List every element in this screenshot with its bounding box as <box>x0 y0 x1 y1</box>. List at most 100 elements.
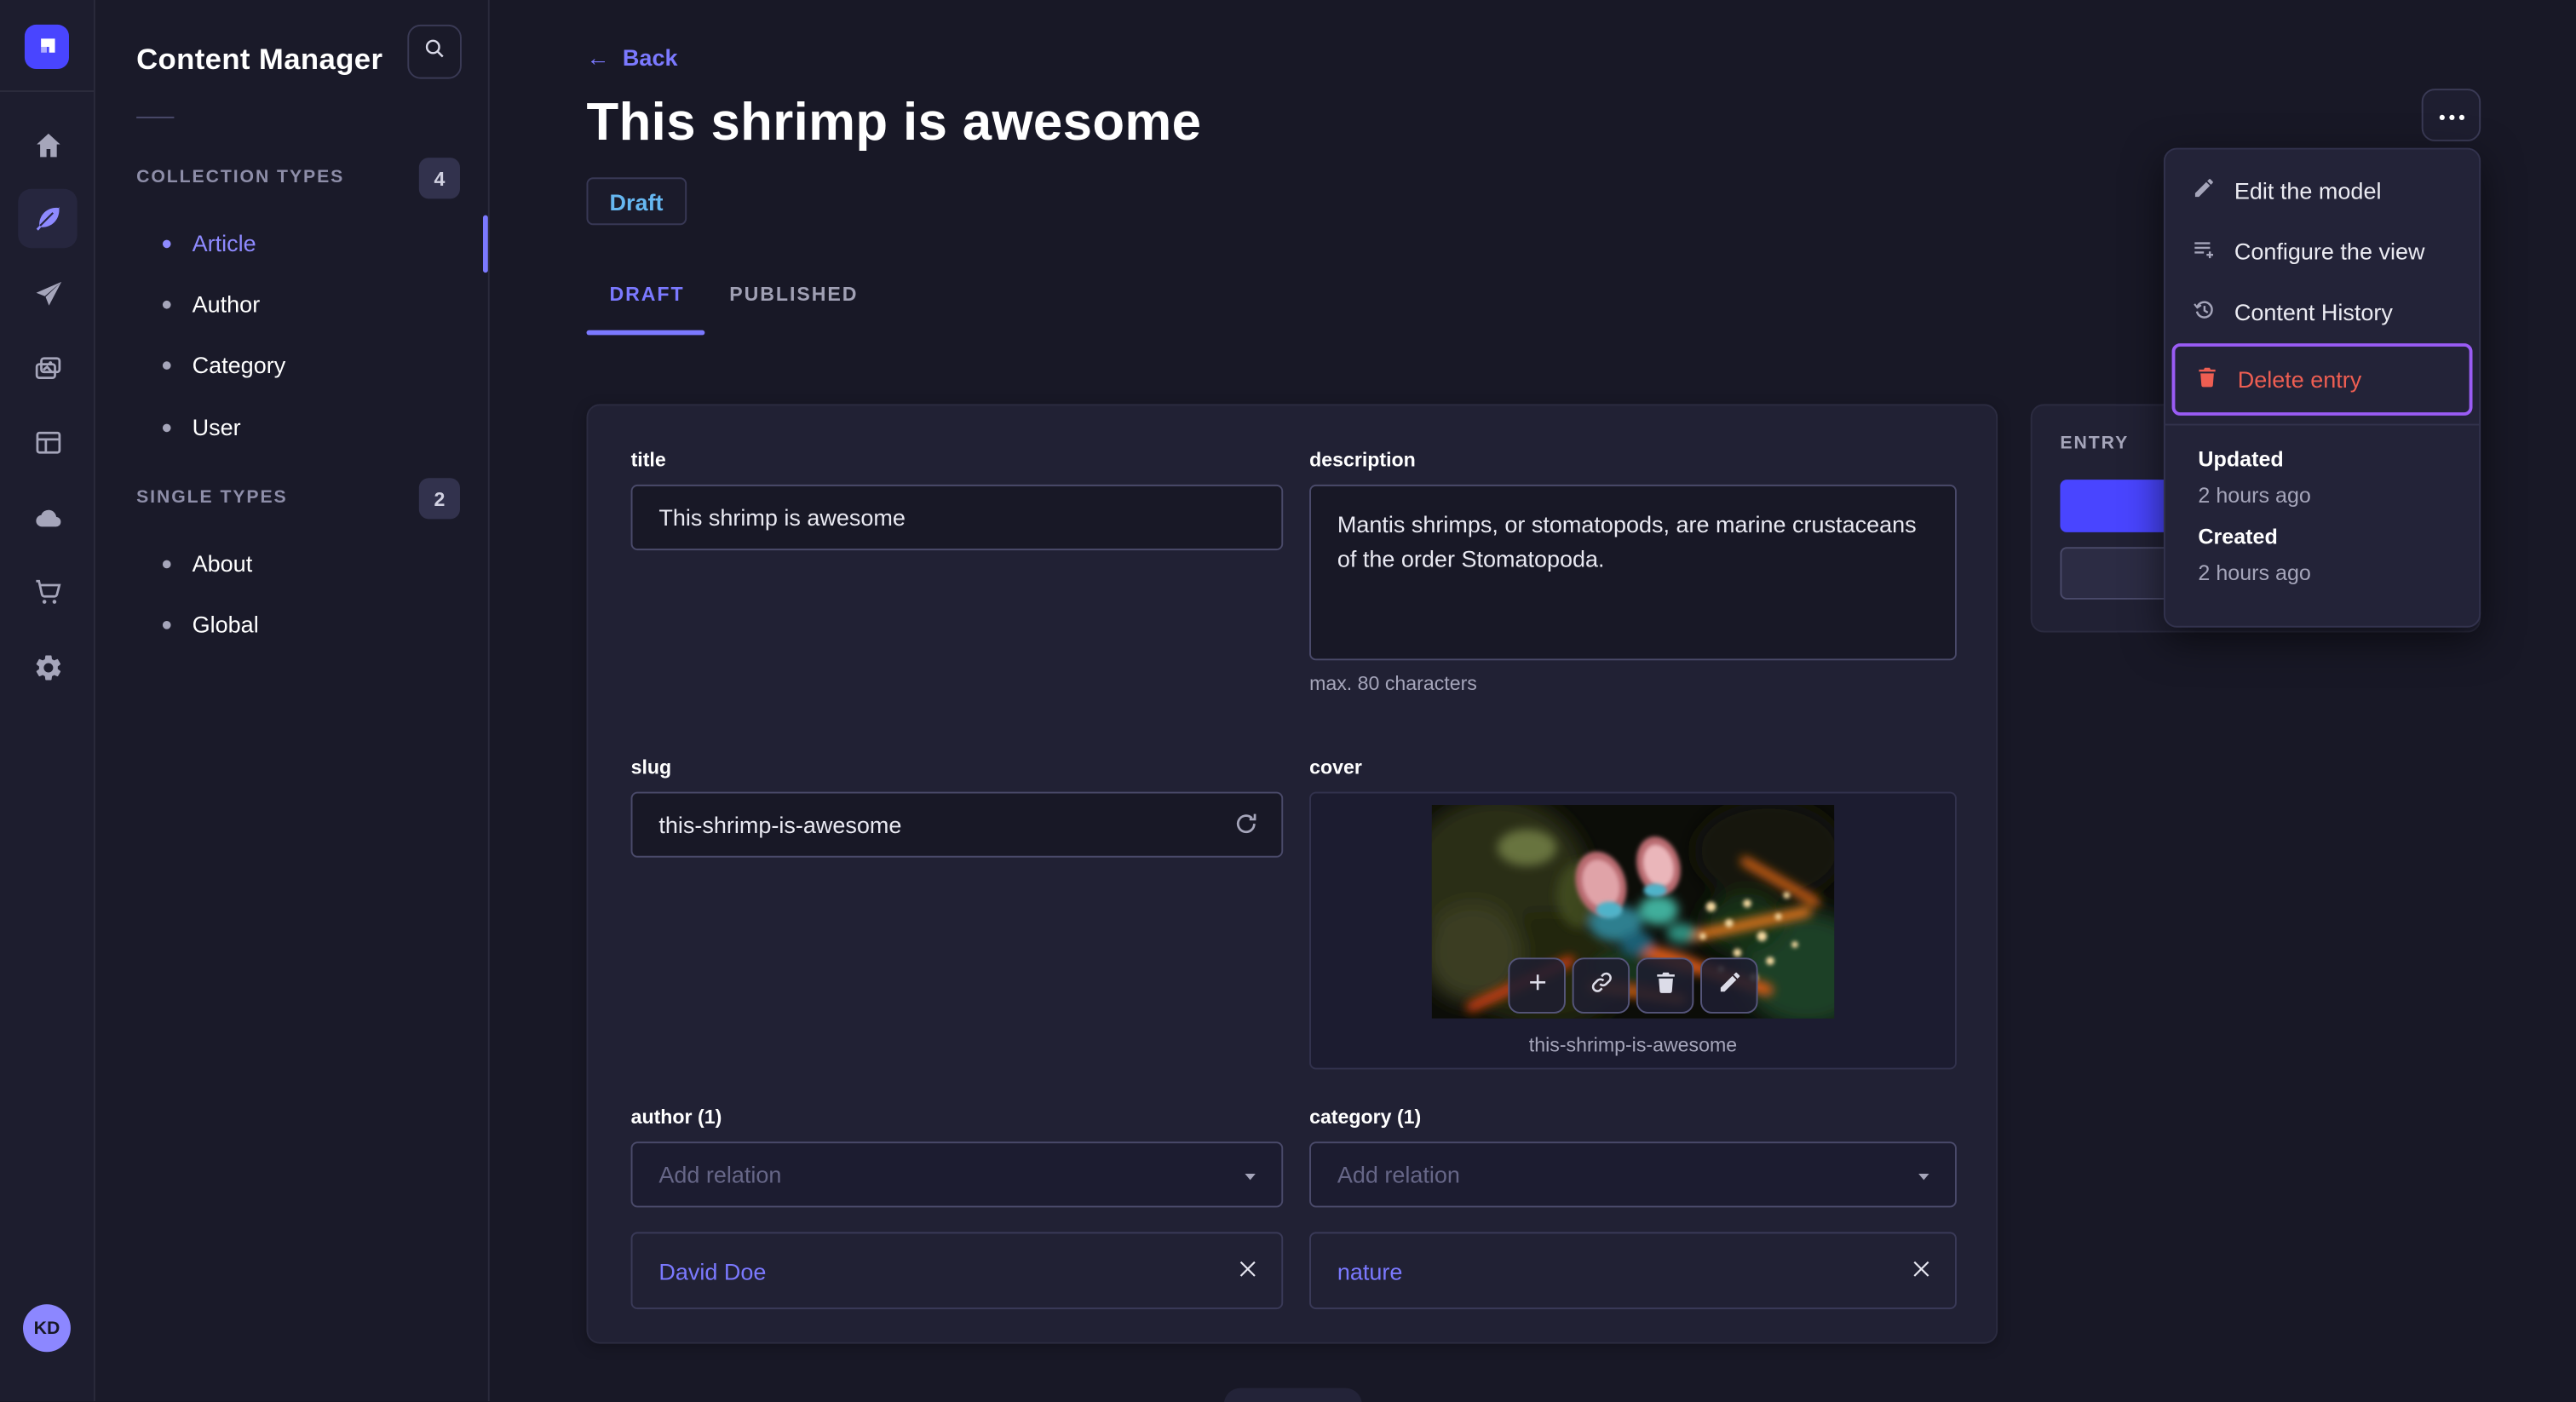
description-hint: max. 80 characters <box>1309 671 1477 695</box>
collection-types-count: 4 <box>418 158 460 199</box>
pencil-icon <box>1716 968 1742 1003</box>
active-tab-indicator <box>586 330 705 336</box>
cover-filename: this-shrimp-is-awesome <box>1528 1033 1738 1057</box>
section-single-types: SINGLE TYPES <box>136 487 288 508</box>
combobox-placeholder: Add relation <box>1337 1161 1460 1188</box>
content-manager-sidebar: Content Manager COLLECTION TYPES 4 Artic… <box>95 0 490 1402</box>
rail-divider <box>0 90 95 92</box>
category-relation-item: nature <box>1309 1232 1957 1310</box>
cart-icon[interactable] <box>18 562 77 621</box>
field-title: title <box>630 448 1284 694</box>
back-arrow-icon: ← <box>586 44 610 71</box>
description-label: description <box>1309 448 1416 472</box>
chevron-down-icon <box>1239 1164 1262 1192</box>
author-label: author (1) <box>630 1105 722 1129</box>
relation-link[interactable]: nature <box>1337 1257 1403 1284</box>
bullet-icon <box>162 299 171 308</box>
history-icon <box>2192 296 2217 326</box>
updated-label: Updated <box>2198 446 2284 472</box>
pencil-icon <box>2192 175 2217 204</box>
tab-published[interactable]: PUBLISHED <box>729 283 858 306</box>
bullet-icon <box>162 422 171 432</box>
entry-form-card: title description Mantis shrimps, or sto… <box>586 404 1998 1344</box>
slug-input[interactable] <box>632 793 1282 856</box>
category-label: category (1) <box>1309 1105 1422 1129</box>
scroll-pill <box>1223 1388 1362 1402</box>
edit-media-button[interactable] <box>1700 957 1758 1014</box>
list-plus-icon <box>2192 236 2217 266</box>
send-icon[interactable] <box>18 264 77 323</box>
sidebar-item-about[interactable]: About <box>162 550 252 577</box>
add-media-button[interactable] <box>1508 957 1566 1014</box>
strapi-logo-icon[interactable] <box>24 24 69 69</box>
page-title: This shrimp is awesome <box>586 91 1202 152</box>
chevron-down-icon <box>1912 1164 1935 1192</box>
trash-icon <box>1652 968 1678 1003</box>
sidebar-item-category[interactable]: Category <box>162 352 285 378</box>
category-relation-combobox[interactable]: Add relation <box>1309 1141 1957 1208</box>
author-relation-combobox[interactable]: Add relation <box>630 1141 1284 1208</box>
bullet-icon <box>162 620 171 629</box>
user-avatar[interactable]: KD <box>22 1304 71 1353</box>
bullet-icon <box>162 559 171 568</box>
cloud-icon[interactable] <box>18 488 77 547</box>
menu-item-configure-view[interactable]: Configure the view <box>2165 220 2479 280</box>
status-badge: Draft <box>586 177 687 226</box>
sidebar-item-user[interactable]: User <box>162 414 241 440</box>
description-textarea[interactable]: Mantis shrimps, or stomatopods, are mari… <box>1309 484 1957 661</box>
created-label: Created <box>2198 524 2278 549</box>
delete-media-button[interactable] <box>1636 957 1694 1014</box>
updated-value: 2 hours ago <box>2198 482 2311 508</box>
bullet-icon <box>162 360 171 369</box>
ellipsis-icon <box>2437 101 2465 130</box>
cover-media-box: this-shrimp-is-awesome <box>1309 791 1957 1070</box>
gear-icon[interactable] <box>18 637 77 696</box>
plus-icon <box>1524 968 1550 1003</box>
author-relation-item: David Doe <box>630 1232 1284 1310</box>
delete-entry-focus-ring: Delete entry <box>2171 343 2473 416</box>
field-slug: slug <box>630 756 1284 1069</box>
sidebar-item-author[interactable]: Author <box>162 290 260 317</box>
layout-icon[interactable] <box>18 412 77 471</box>
remove-relation-button[interactable] <box>1233 1255 1262 1290</box>
more-actions-menu: Edit the model Configure the view Conten… <box>2163 147 2481 628</box>
remove-relation-button[interactable] <box>1907 1255 1935 1290</box>
field-author: author (1) Add relation David Doe <box>630 1105 1284 1310</box>
tab-draft[interactable]: DRAFT <box>609 283 684 306</box>
sidebar-item-global[interactable]: Global <box>162 611 259 637</box>
field-category: category (1) Add relation nature <box>1309 1105 1957 1310</box>
link-icon <box>1588 968 1614 1003</box>
media-icon[interactable] <box>18 338 77 397</box>
active-item-indicator <box>482 215 488 273</box>
created-value: 2 hours ago <box>2198 560 2311 585</box>
title-label: title <box>630 448 666 472</box>
field-cover: cover this-shrimp-is-awesome <box>1309 756 1957 1070</box>
entry-meta: Updated 2 hours ago Created 2 hours ago <box>2165 447 2479 585</box>
cover-actions <box>1508 957 1758 1014</box>
slug-label: slug <box>630 756 672 779</box>
trash-icon <box>2195 365 2220 394</box>
single-types-count: 2 <box>418 478 460 520</box>
search-button[interactable] <box>407 24 462 79</box>
search-icon <box>423 35 447 68</box>
menu-item-edit-model[interactable]: Edit the model <box>2165 159 2479 220</box>
section-collection-types: COLLECTION TYPES <box>136 167 345 187</box>
copy-link-button[interactable] <box>1572 957 1630 1014</box>
menu-item-delete-entry[interactable]: Delete entry <box>2175 347 2469 412</box>
more-actions-button[interactable] <box>2421 89 2481 141</box>
icon-rail: KD <box>0 0 95 1402</box>
sidebar-title: Content Manager <box>136 43 383 76</box>
back-link[interactable]: ← Back <box>586 44 677 71</box>
cover-label: cover <box>1309 756 1362 779</box>
menu-item-content-history[interactable]: Content History <box>2165 281 2479 342</box>
sidebar-item-article[interactable]: Article <box>162 230 256 256</box>
menu-divider <box>2165 423 2480 426</box>
feather-icon[interactable] <box>18 188 78 249</box>
home-icon[interactable] <box>18 115 77 174</box>
title-input[interactable] <box>632 486 1282 549</box>
field-description: description Mantis shrimps, or stomatopo… <box>1309 448 1957 695</box>
combobox-placeholder: Add relation <box>658 1161 782 1188</box>
bullet-icon <box>162 238 171 248</box>
refresh-icon[interactable] <box>1232 810 1260 846</box>
relation-link[interactable]: David Doe <box>658 1257 766 1284</box>
